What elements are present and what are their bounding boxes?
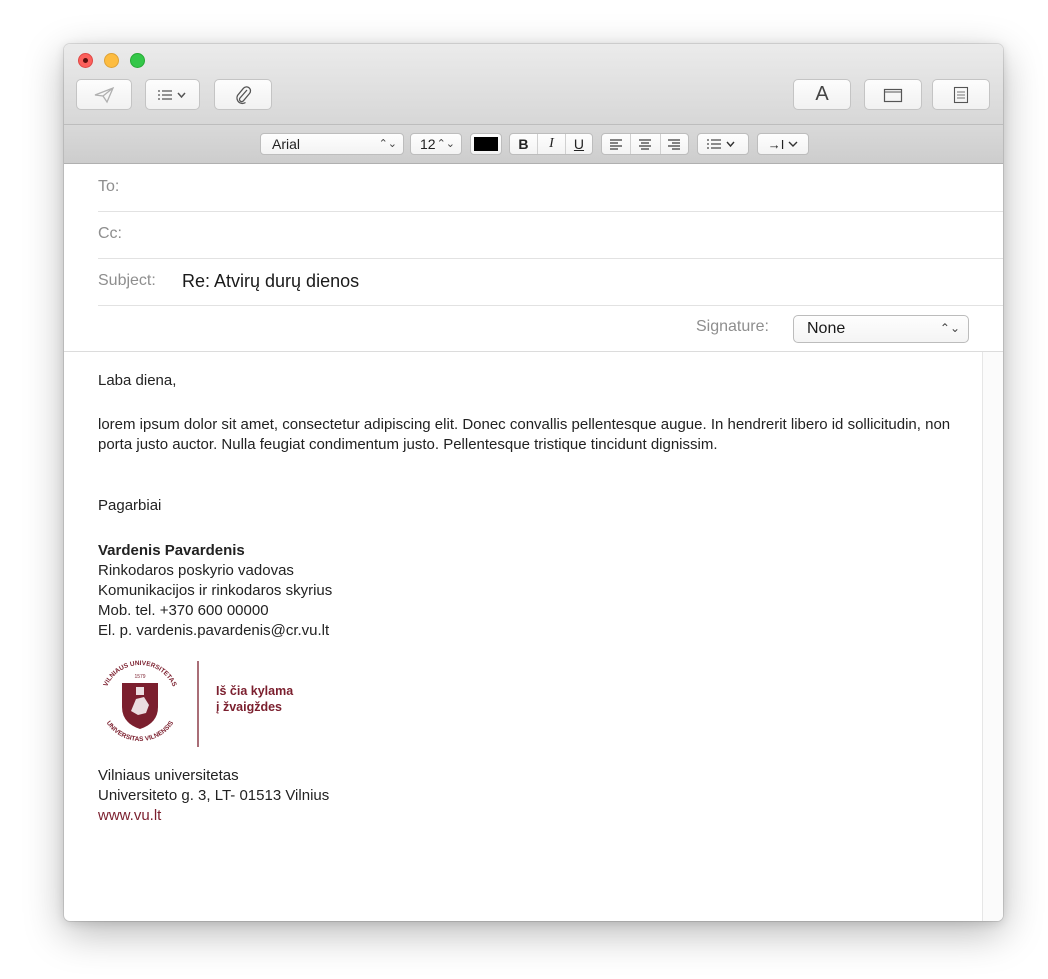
bold-button[interactable]: B [510,134,538,154]
align-right-icon [668,138,681,150]
header-fields-button[interactable] [145,79,200,110]
text-color-button[interactable] [470,133,502,155]
to-field-row[interactable]: To: [98,164,1003,212]
attach-button[interactable] [214,79,272,110]
cc-field-row[interactable]: Cc: [98,211,1003,259]
zoom-window-button[interactable] [130,53,145,68]
font-size-value: 12 [420,136,436,152]
signature-title: Rinkodaros poskyrio vadovas [98,562,294,579]
align-center-button[interactable] [631,134,661,154]
organization-name: Vilniaus universitetas [98,767,239,784]
organization-address: Universiteto g. 3, LT- 01513 Vilnius [98,787,330,804]
chevron-updown-icon: ⌃⌄ [436,138,455,150]
paperclip-icon [236,85,252,104]
fonts-button[interactable]: A [793,79,851,110]
chevron-down-icon [788,141,798,147]
message-body[interactable]: Laba diena, lorem ipsum dolor sit amet, … [64,351,1003,921]
signature-select[interactable]: None ⌃⌄ [793,315,969,343]
titlebar: A [64,44,1003,124]
indent-button[interactable]: →I [757,133,809,155]
stationery-button[interactable] [932,79,990,110]
alignment-group [601,133,689,155]
scrollbar-track[interactable] [982,352,1003,921]
signature-department: Komunikacijos ir rinkodaros skyrius [98,582,333,599]
font-family-value: Arial [272,136,301,152]
chevron-updown-icon: ⌃⌄ [378,138,397,150]
bold-label: B [518,136,529,152]
signature-name: Vardenis Pavardenis [98,542,245,559]
indent-icon: →I [767,136,785,152]
list-icon [707,139,735,149]
signature-email: El. p. vardenis.pavardenis@cr.vu.lt [98,622,330,639]
subject-field-row[interactable]: Subject: Re: Atvirų durų dienos [98,258,1003,306]
signature-block: Vardenis Pavardenis Rinkodaros poskyrio … [98,541,332,641]
send-button[interactable] [76,79,132,110]
align-left-button[interactable] [602,134,632,154]
list-icon [157,89,186,100]
align-right-button[interactable] [661,134,688,154]
text-style-group: B I U [509,133,593,155]
organization-block: Vilniaus universitetas Universiteto g. 3… [98,766,329,826]
website-link[interactable]: www.vu.lt [98,806,329,826]
compose-window: A Arial ⌃⌄ 12 ⌃⌄ B I U →I To: Cc: Subjec… [64,44,1003,921]
align-center-icon [639,138,652,150]
closing-text: Pagarbiai [98,497,162,514]
paper-plane-icon [94,86,115,103]
body-paragraph: lorem ipsum dolor sit amet, consectetur … [98,416,951,453]
color-swatch [474,137,498,151]
subject-label: Subject: [98,272,156,289]
minimize-window-button[interactable] [104,53,119,68]
slogan-line1: Iš čia kylama [216,684,294,698]
subject-field[interactable]: Re: Atvirų durų dienos [182,271,359,292]
italic-label: I [549,136,554,151]
close-window-button[interactable] [78,53,93,68]
fonts-label: A [815,83,829,105]
university-logo: VILNIAUS UNIVERSITETAS UNIVERSITAS VILNE… [102,660,294,747]
to-label: To: [98,178,120,195]
stationery-icon [953,86,969,103]
cc-label: Cc: [98,225,122,242]
font-family-select[interactable]: Arial ⌃⌄ [260,133,404,155]
seal-icon: VILNIAUS UNIVERSITETAS UNIVERSITAS VILNE… [102,660,178,743]
signature-value: None [807,320,846,337]
signature-phone: Mob. tel. +370 600 00000 [98,602,269,619]
list-style-button[interactable] [697,133,749,155]
signature-label: Signature: [696,318,769,335]
chevron-updown-icon: ⌃⌄ [939,321,960,335]
underline-button[interactable]: U [566,134,592,154]
window-icon [883,88,903,102]
format-bar: Arial ⌃⌄ 12 ⌃⌄ B I U →I [64,124,1003,164]
photo-browser-button[interactable] [864,79,922,110]
greeting-text: Laba diena, [98,372,177,389]
logo-year-text: 1579 [134,674,145,680]
slogan-line2: į žvaigždes [216,700,282,714]
underline-label: U [573,136,585,152]
italic-button[interactable]: I [538,134,566,154]
align-left-icon [610,138,623,150]
font-size-select[interactable]: 12 ⌃⌄ [410,133,462,155]
